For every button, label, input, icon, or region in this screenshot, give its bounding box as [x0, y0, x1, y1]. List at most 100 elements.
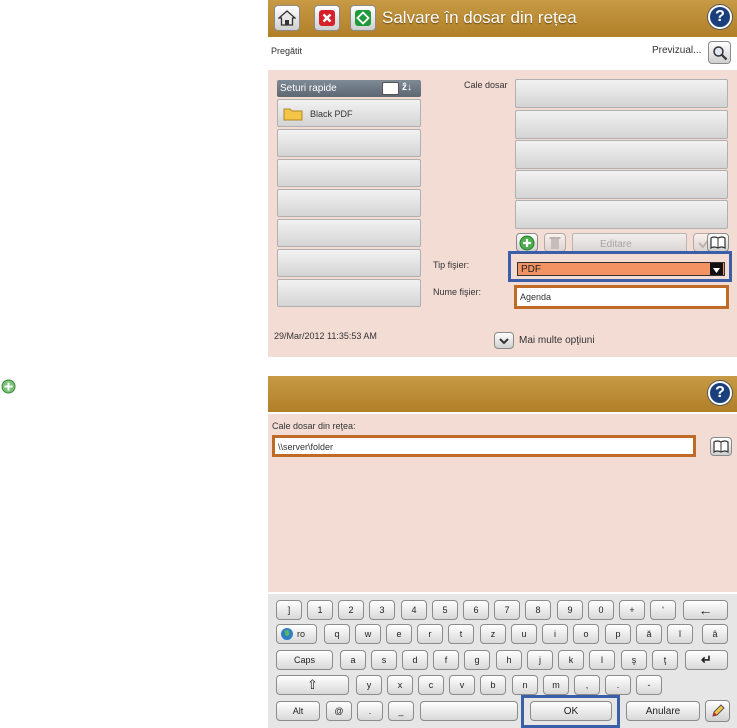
key[interactable]: 0 — [588, 600, 614, 620]
help-icon[interactable]: ? — [708, 5, 732, 29]
home-button[interactable] — [274, 5, 300, 31]
key[interactable]: 7 — [494, 600, 520, 620]
key[interactable]: r — [417, 624, 443, 644]
file-type-select[interactable] — [517, 262, 725, 276]
quick-set-item[interactable] — [277, 189, 421, 217]
key[interactable]: g — [464, 650, 490, 670]
key[interactable]: o — [573, 624, 599, 644]
network-path-value: \\server\folder — [278, 442, 334, 452]
key[interactable]: w — [355, 624, 381, 644]
key[interactable]: h — [496, 650, 522, 670]
language-key-label: ro — [297, 629, 306, 639]
backspace-key[interactable]: ← — [683, 600, 728, 620]
book-icon — [713, 439, 729, 453]
preview-button[interactable] — [708, 41, 731, 64]
key[interactable]: f — [433, 650, 459, 670]
quick-set-label: Black PDF — [310, 109, 353, 119]
more-options-button[interactable] — [494, 332, 514, 349]
add-folder-button[interactable] — [516, 233, 538, 252]
key[interactable]: m — [543, 675, 569, 695]
key[interactable]: - — [636, 675, 662, 695]
file-type-value: PDF — [521, 264, 541, 275]
key[interactable]: 4 — [401, 600, 427, 620]
key[interactable]: , — [574, 675, 600, 695]
key[interactable]: y — [356, 675, 382, 695]
key[interactable]: . — [605, 675, 631, 695]
key[interactable]: i — [542, 624, 568, 644]
key[interactable]: 1 — [307, 600, 333, 620]
folder-path-slot[interactable] — [515, 110, 728, 139]
key[interactable]: c — [418, 675, 444, 695]
key[interactable]: _ — [388, 701, 414, 721]
quick-set-item[interactable] — [277, 159, 421, 187]
key[interactable]: 6 — [463, 600, 489, 620]
key[interactable]: s — [371, 650, 397, 670]
quick-sets-sort-button[interactable]: ẑ↓ — [402, 82, 412, 93]
key[interactable]: . — [357, 701, 383, 721]
folder-path-slot[interactable] — [515, 170, 728, 199]
magnifier-icon — [712, 45, 727, 60]
key[interactable]: q — [324, 624, 350, 644]
key[interactable]: ţ — [652, 650, 678, 670]
file-type-dropdown[interactable] — [710, 263, 723, 275]
start-icon — [355, 10, 371, 26]
alt-key[interactable]: Alt — [276, 701, 320, 721]
chevron-down-icon — [713, 268, 720, 273]
space-key[interactable] — [420, 701, 518, 721]
key[interactable]: j — [527, 650, 553, 670]
key[interactable]: 3 — [369, 600, 395, 620]
folder-path-slot[interactable] — [515, 200, 728, 229]
quick-set-item[interactable] — [277, 129, 421, 157]
more-options-label: Mai multe opţiuni — [519, 335, 595, 346]
key[interactable]: b — [480, 675, 506, 695]
edit-pencil-button[interactable] — [705, 700, 730, 722]
language-key[interactable]: ro — [276, 624, 317, 644]
delete-folder-button[interactable] — [544, 233, 566, 252]
address-book-button[interactable] — [707, 233, 729, 252]
key[interactable]: î — [667, 624, 693, 644]
key[interactable]: u — [511, 624, 537, 644]
key[interactable]: 8 — [525, 600, 551, 620]
caps-key[interactable]: Caps — [276, 650, 333, 670]
enter-key[interactable]: ↵ — [685, 650, 728, 670]
address-book-button[interactable] — [710, 437, 732, 456]
status-text: Pregătit — [271, 46, 303, 56]
quick-set-item[interactable] — [277, 219, 421, 247]
folder-path-slot[interactable] — [515, 140, 728, 169]
folder-path-slot[interactable] — [515, 79, 728, 108]
cancel-button[interactable]: Anulare — [626, 701, 700, 721]
key[interactable]: â — [702, 624, 728, 644]
key[interactable]: ] — [276, 600, 302, 620]
key[interactable]: 2 — [338, 600, 364, 620]
key[interactable]: a — [340, 650, 366, 670]
globe-icon — [281, 628, 293, 640]
key[interactable]: l — [589, 650, 615, 670]
key[interactable]: ' — [650, 600, 676, 620]
key[interactable]: k — [558, 650, 584, 670]
start-button[interactable] — [350, 5, 376, 31]
quick-set-item[interactable] — [277, 279, 421, 307]
key[interactable]: p — [605, 624, 631, 644]
key[interactable]: 5 — [432, 600, 458, 620]
ok-button[interactable]: OK — [530, 701, 612, 721]
stop-button[interactable] — [314, 5, 340, 31]
key[interactable]: d — [402, 650, 428, 670]
key[interactable]: z — [480, 624, 506, 644]
quick-set-item[interactable] — [277, 249, 421, 277]
key[interactable]: e — [386, 624, 412, 644]
key[interactable]: t — [448, 624, 474, 644]
key[interactable]: @ — [326, 701, 352, 721]
key[interactable]: n — [512, 675, 538, 695]
key[interactable]: + — [619, 600, 645, 620]
key[interactable]: ş — [621, 650, 647, 670]
key[interactable]: v — [449, 675, 475, 695]
quick-set-item-black-pdf[interactable]: Black PDF — [277, 99, 421, 127]
key[interactable]: ă — [636, 624, 662, 644]
edit-button[interactable]: Editare — [572, 233, 687, 253]
quick-sets-view-toggle[interactable] — [382, 82, 399, 95]
help-icon[interactable]: ? — [708, 381, 732, 405]
key[interactable]: 9 — [557, 600, 583, 620]
key[interactable]: x — [387, 675, 413, 695]
shift-key[interactable]: ⇧ — [276, 675, 349, 695]
network-path-input[interactable] — [272, 435, 696, 457]
